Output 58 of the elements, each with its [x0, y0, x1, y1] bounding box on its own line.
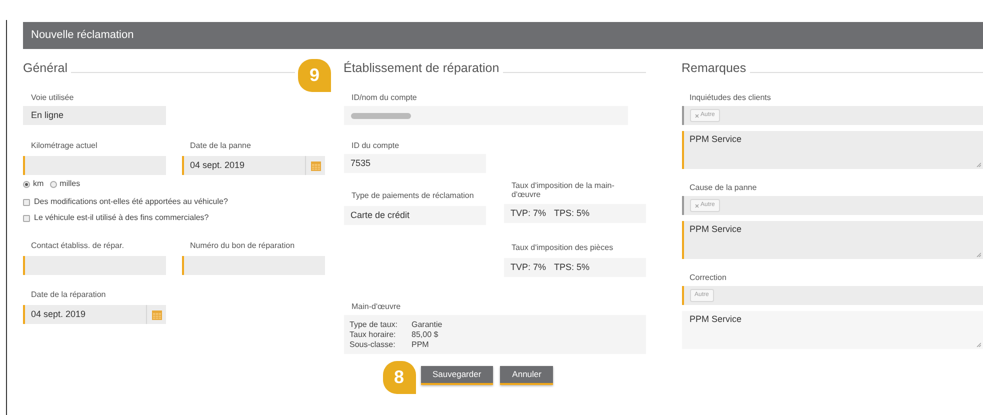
- radio-label: km: [33, 178, 44, 190]
- remove-icon[interactable]: [694, 204, 698, 208]
- action-button[interactable]: Annuler: [500, 366, 554, 385]
- radio-button[interactable]: [23, 180, 30, 188]
- field-label: ID du compte: [350, 141, 400, 151]
- field-label: Taux d'imposition de la main-d'œuvre: [510, 181, 616, 199]
- labour-field-value: Garantie: [412, 320, 442, 330]
- text-area[interactable]: PPM Service: [682, 221, 983, 259]
- field-label: Main-d'œuvre: [350, 302, 402, 312]
- date-field[interactable]: 04 sept. 2019: [23, 305, 166, 324]
- tax-rate: TVP: 7%: [510, 206, 546, 220]
- radio-button[interactable]: [50, 180, 57, 188]
- field-label: Voie utilisée: [30, 93, 75, 103]
- date-field[interactable]: 04 sept. 2019: [182, 156, 325, 175]
- labour-field-name: Sous-classe:: [350, 340, 396, 350]
- resize-handle-icon[interactable]: [976, 342, 981, 347]
- field-label: Inquiétudes des clients: [688, 93, 772, 103]
- callout-badge: 9: [298, 59, 331, 92]
- window-title: Nouvelle réclamation: [31, 28, 134, 44]
- field-label: Numéro du bon de réparation: [189, 241, 296, 251]
- section-title: Remarques: [682, 61, 746, 75]
- checkbox-label: Le véhicule est-il utilisé à des fins commerciales?: [34, 212, 209, 224]
- field-label: Kilométrage actuel: [30, 141, 98, 151]
- text-area[interactable]: PPM Service: [682, 131, 983, 169]
- input-field[interactable]: [23, 156, 166, 175]
- input-field[interactable]: [23, 256, 166, 275]
- checkbox-label: Des modifications ont-elles été apportées au véhicule?: [34, 196, 228, 208]
- field-label: Taux d'imposition des pièces: [510, 243, 614, 253]
- payment-type-value: Carte de crédit: [344, 206, 486, 225]
- input-field[interactable]: En ligne: [23, 106, 166, 125]
- field-label: Type de paiements de réclamation: [350, 191, 475, 201]
- labour-field-name: Type de taux:: [350, 320, 399, 330]
- labour-field-name: Taux horaire:: [350, 330, 397, 340]
- text-area[interactable]: PPM Service: [682, 311, 983, 349]
- action-button[interactable]: Sauvegarder: [420, 366, 494, 385]
- resize-handle-icon[interactable]: [976, 252, 981, 257]
- blurred-text: [350, 112, 410, 118]
- section-title: Établissement de réparation: [344, 61, 500, 75]
- resize-handle-icon[interactable]: [976, 162, 981, 167]
- field-label: Date de la réparation: [30, 290, 107, 300]
- field-label: Date de la panne: [189, 141, 252, 151]
- field-label: ID/nom du compte: [350, 93, 418, 103]
- checkbox[interactable]: [23, 214, 30, 222]
- section-title: Général: [23, 61, 68, 75]
- radio-label: milles: [60, 178, 80, 190]
- callout-badge: 8: [382, 361, 416, 394]
- tax-rate: TPS: 5%: [554, 260, 590, 274]
- field-label: Correction: [688, 273, 728, 283]
- account-id-value: 7535: [344, 154, 486, 173]
- checkbox[interactable]: [23, 198, 30, 206]
- input-field[interactable]: [182, 256, 325, 275]
- tax-rate: TPS: 5%: [554, 206, 590, 220]
- remove-icon[interactable]: [694, 114, 698, 118]
- labour-field-value: 85,00 $: [412, 330, 438, 340]
- field-label: Contact établiss. de répar.: [30, 241, 125, 251]
- labour-field-value: PPM: [412, 340, 429, 350]
- tax-rate: TVP: 7%: [510, 260, 546, 274]
- field-label: Cause de la panne: [688, 183, 758, 193]
